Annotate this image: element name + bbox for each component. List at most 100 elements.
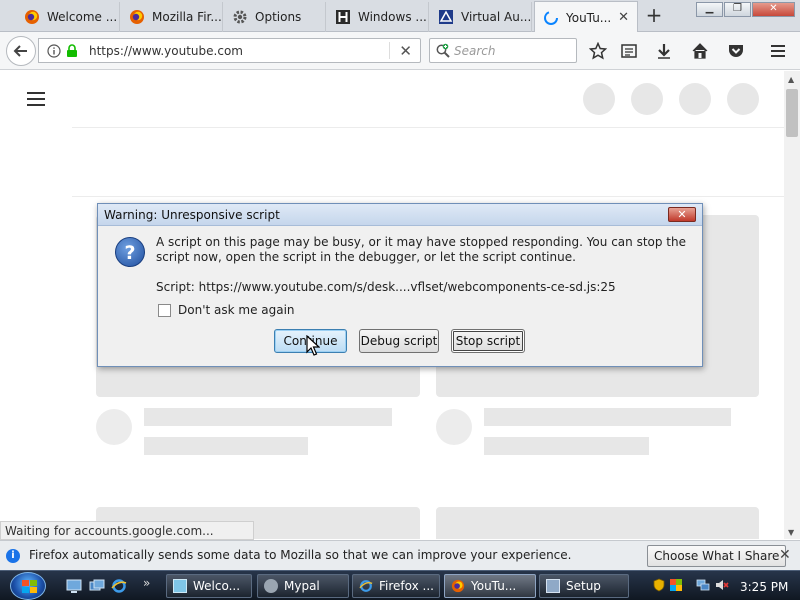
security-center-icon[interactable] <box>669 578 683 592</box>
tab-label: Virtual Au... <box>461 10 532 24</box>
info-icon: i <box>6 549 20 563</box>
restore-button[interactable]: ❐ <box>724 2 751 17</box>
firefox-icon <box>451 579 465 593</box>
download-icon[interactable] <box>653 40 675 62</box>
dialog-titlebar[interactable]: Warning: Unresponsive script ✕ <box>98 204 702 226</box>
debug-script-button[interactable]: Debug script <box>359 329 439 353</box>
close-icon[interactable]: ✕ <box>399 42 412 60</box>
hh-icon <box>335 9 351 25</box>
notification-text: Firefox automatically sends some data to… <box>29 548 572 562</box>
divider <box>72 196 784 197</box>
video-thumbnail-placeholder <box>436 507 759 539</box>
title-placeholder <box>144 408 392 426</box>
firefox-icon <box>129 9 145 25</box>
dont-ask-label[interactable]: Don't ask me again <box>178 303 295 317</box>
home-icon[interactable] <box>689 40 711 62</box>
setup-icon <box>546 579 560 593</box>
tab-label: Mozilla Fir... <box>152 10 222 24</box>
tab-options[interactable]: Options <box>224 2 326 32</box>
channel-avatar-placeholder <box>96 409 132 445</box>
new-tab-button[interactable]: + <box>644 4 664 28</box>
taskbar-task-welcome[interactable]: Welco... <box>166 574 252 598</box>
document-icon <box>173 579 187 593</box>
menu-icon[interactable] <box>767 40 789 62</box>
switch-windows-icon[interactable] <box>89 578 105 594</box>
taskbar-task-mypal[interactable]: Mypal <box>257 574 349 598</box>
tab-windows[interactable]: Windows ... <box>327 2 429 32</box>
clock[interactable]: 3:25 PM <box>740 580 788 594</box>
minimize-button[interactable]: ▁ <box>696 2 723 17</box>
bookmark-star-icon[interactable] <box>587 40 609 62</box>
vertical-scrollbar[interactable]: ▲ ▼ <box>784 71 800 539</box>
scroll-up-icon[interactable]: ▲ <box>788 75 794 84</box>
placeholder-avatar <box>727 83 759 115</box>
gear-icon <box>232 9 248 25</box>
tab-label: Options <box>255 10 302 24</box>
network-icon[interactable] <box>696 578 710 592</box>
hamburger-menu-icon[interactable] <box>27 92 45 110</box>
scrollbar-thumb[interactable] <box>786 89 798 137</box>
quick-launch-chevron-icon[interactable]: » <box>143 576 150 590</box>
url-divider <box>389 42 390 59</box>
channel-avatar-placeholder <box>436 409 472 445</box>
stop-script-button[interactable]: Stop script <box>451 329 525 353</box>
scroll-down-icon[interactable]: ▼ <box>788 528 794 537</box>
placeholder-avatar <box>583 83 615 115</box>
taskbar-task-youtube[interactable]: YouTu... <box>444 574 536 598</box>
tab-youtube[interactable]: YouTu... ✕ <box>534 1 638 33</box>
tab-label: Welcome ... <box>47 10 118 24</box>
tab-virtual[interactable]: Virtual Au... <box>430 2 532 32</box>
question-icon: ? <box>115 237 145 267</box>
search-placeholder: Search <box>454 44 496 58</box>
url-text[interactable]: https://www.youtube.com <box>89 44 243 58</box>
tab-strip: Welcome ... Mozilla Fir... Options Windo… <box>0 0 800 33</box>
start-button[interactable] <box>10 572 46 600</box>
meta-placeholder <box>484 437 649 455</box>
dialog-message: A script on this page may be busy, or it… <box>156 235 686 264</box>
tab-mozilla[interactable]: Mozilla Fir... <box>121 2 223 32</box>
dont-ask-checkbox[interactable] <box>158 303 171 317</box>
system-tray: 3:25 PM <box>645 574 800 598</box>
volume-muted-icon[interactable] <box>715 578 729 592</box>
taskbar: » Welco... Mypal Firefox ... YouTu... Se… <box>0 570 800 600</box>
navigation-toolbar: https://www.youtube.com ✕ Search <box>0 32 800 70</box>
loading-icon <box>543 10 559 26</box>
task-label: Welco... <box>193 579 241 593</box>
data-notification-bar: i Firefox automatically sends some data … <box>0 540 800 570</box>
script-path: Script: https://www.youtube.com/s/desk..… <box>156 280 616 294</box>
close-tab-icon[interactable]: ✕ <box>618 10 629 25</box>
virtual-icon <box>438 9 454 25</box>
tab-welcome[interactable]: Welcome ... <box>16 2 120 32</box>
pocket-icon[interactable] <box>725 40 747 62</box>
task-label: Setup <box>566 579 601 593</box>
info-icon[interactable] <box>47 44 61 61</box>
internet-explorer-icon[interactable] <box>111 578 127 594</box>
taskbar-task-setup[interactable]: Setup <box>539 574 629 598</box>
mypal-icon <box>264 579 278 593</box>
dont-ask-row[interactable]: Don't ask me again <box>158 303 295 317</box>
back-button[interactable] <box>6 36 36 66</box>
meta-placeholder <box>144 437 308 455</box>
tab-label: YouTu... <box>566 10 612 25</box>
window-close-button[interactable]: ✕ <box>752 2 795 17</box>
choose-what-i-share-button[interactable]: Choose What I Share <box>647 545 787 567</box>
reading-list-icon[interactable] <box>618 40 640 62</box>
url-bar[interactable]: https://www.youtube.com ✕ <box>38 38 421 63</box>
lock-icon[interactable] <box>66 44 78 61</box>
window-controls: ▁ ❐ ✕ <box>696 2 795 17</box>
show-desktop-icon[interactable] <box>66 578 82 594</box>
search-input[interactable]: Search <box>429 38 577 63</box>
close-notification-icon[interactable]: ✕ <box>779 547 791 563</box>
task-label: Mypal <box>284 579 320 593</box>
unresponsive-script-dialog: Warning: Unresponsive script ✕ ? A scrip… <box>97 203 703 367</box>
title-placeholder <box>484 408 731 426</box>
taskbar-task-firefox[interactable]: Firefox ... <box>352 574 440 598</box>
internet-explorer-icon <box>359 579 373 593</box>
status-text: Waiting for accounts.google.com... <box>0 521 254 540</box>
firefox-icon <box>24 9 40 25</box>
shield-icon[interactable] <box>652 578 666 592</box>
dialog-close-button[interactable]: ✕ <box>668 207 696 222</box>
search-icon <box>435 43 451 62</box>
placeholder-avatar <box>679 83 711 115</box>
dialog-title: Warning: Unresponsive script <box>104 208 280 222</box>
